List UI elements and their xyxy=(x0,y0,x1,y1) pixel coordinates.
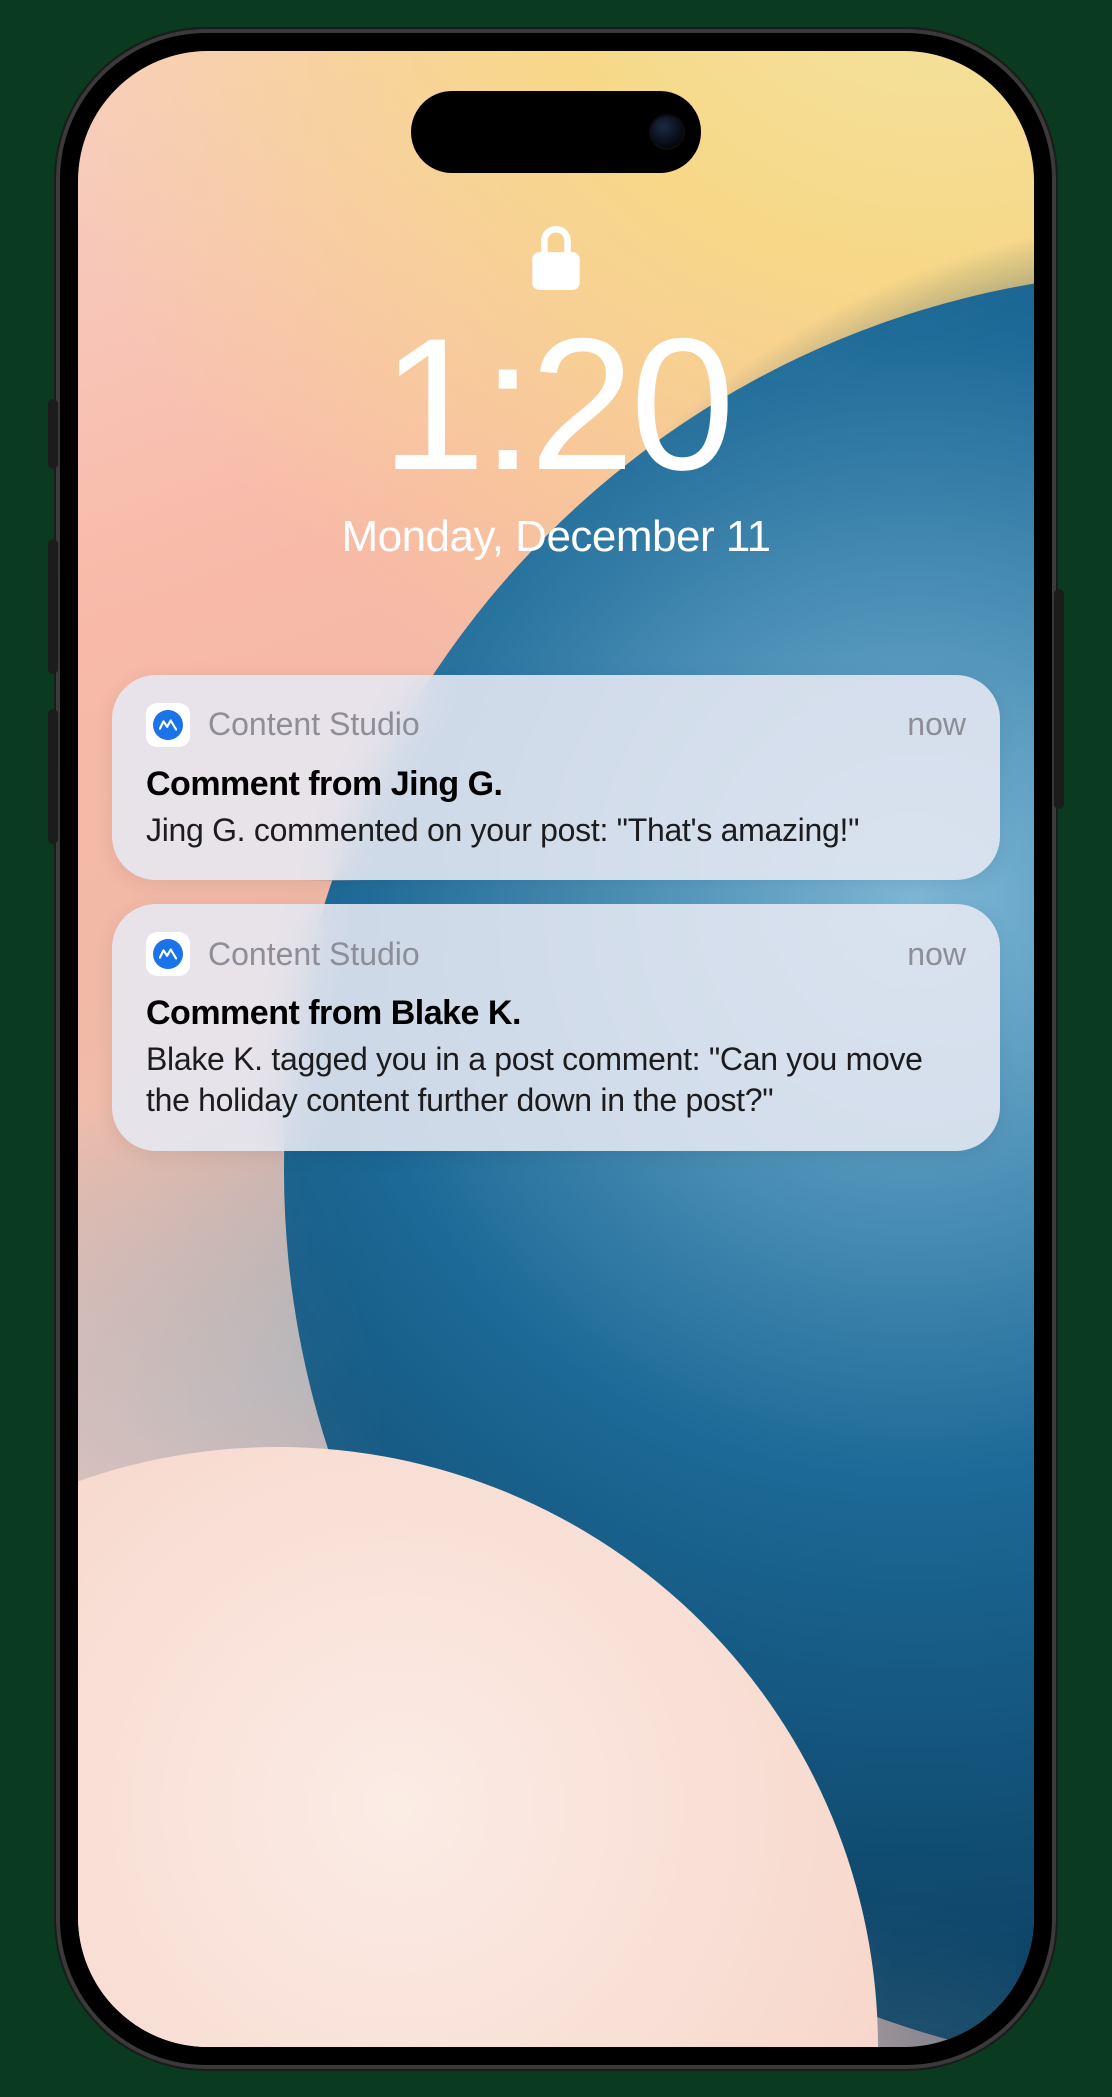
app-icon xyxy=(146,932,190,976)
phone-screen[interactable]: 1:20 Monday, December 11 Content Studio … xyxy=(78,51,1034,2047)
clock-time: 1:20 xyxy=(381,310,731,498)
notification-card[interactable]: Content Studio now Comment from Blake K.… xyxy=(112,904,1000,1151)
phone-chassis: 1:20 Monday, December 11 Content Studio … xyxy=(56,29,1056,2069)
notification-body: Jing G. commented on your post: "That's … xyxy=(146,810,966,851)
notification-title: Comment from Jing G. xyxy=(146,765,966,804)
power-button[interactable] xyxy=(1054,589,1064,809)
notification-list: Content Studio now Comment from Jing G. … xyxy=(112,675,1000,1152)
notification-timestamp: now xyxy=(907,936,966,973)
front-camera xyxy=(651,116,683,148)
volume-up-button[interactable] xyxy=(48,539,58,674)
notification-body: Blake K. tagged you in a post comment: "… xyxy=(146,1039,966,1121)
app-icon xyxy=(146,703,190,747)
notification-app-name: Content Studio xyxy=(208,706,889,743)
dynamic-island[interactable] xyxy=(411,91,701,173)
notification-header: Content Studio now xyxy=(146,932,966,976)
notification-timestamp: now xyxy=(907,706,966,743)
notification-header: Content Studio now xyxy=(146,703,966,747)
notification-title: Comment from Blake K. xyxy=(146,994,966,1033)
volume-down-button[interactable] xyxy=(48,709,58,844)
notification-app-name: Content Studio xyxy=(208,936,889,973)
clock-date: Monday, December 11 xyxy=(341,512,770,562)
notification-card[interactable]: Content Studio now Comment from Jing G. … xyxy=(112,675,1000,881)
silence-switch[interactable] xyxy=(48,399,58,469)
lock-icon xyxy=(532,226,580,290)
